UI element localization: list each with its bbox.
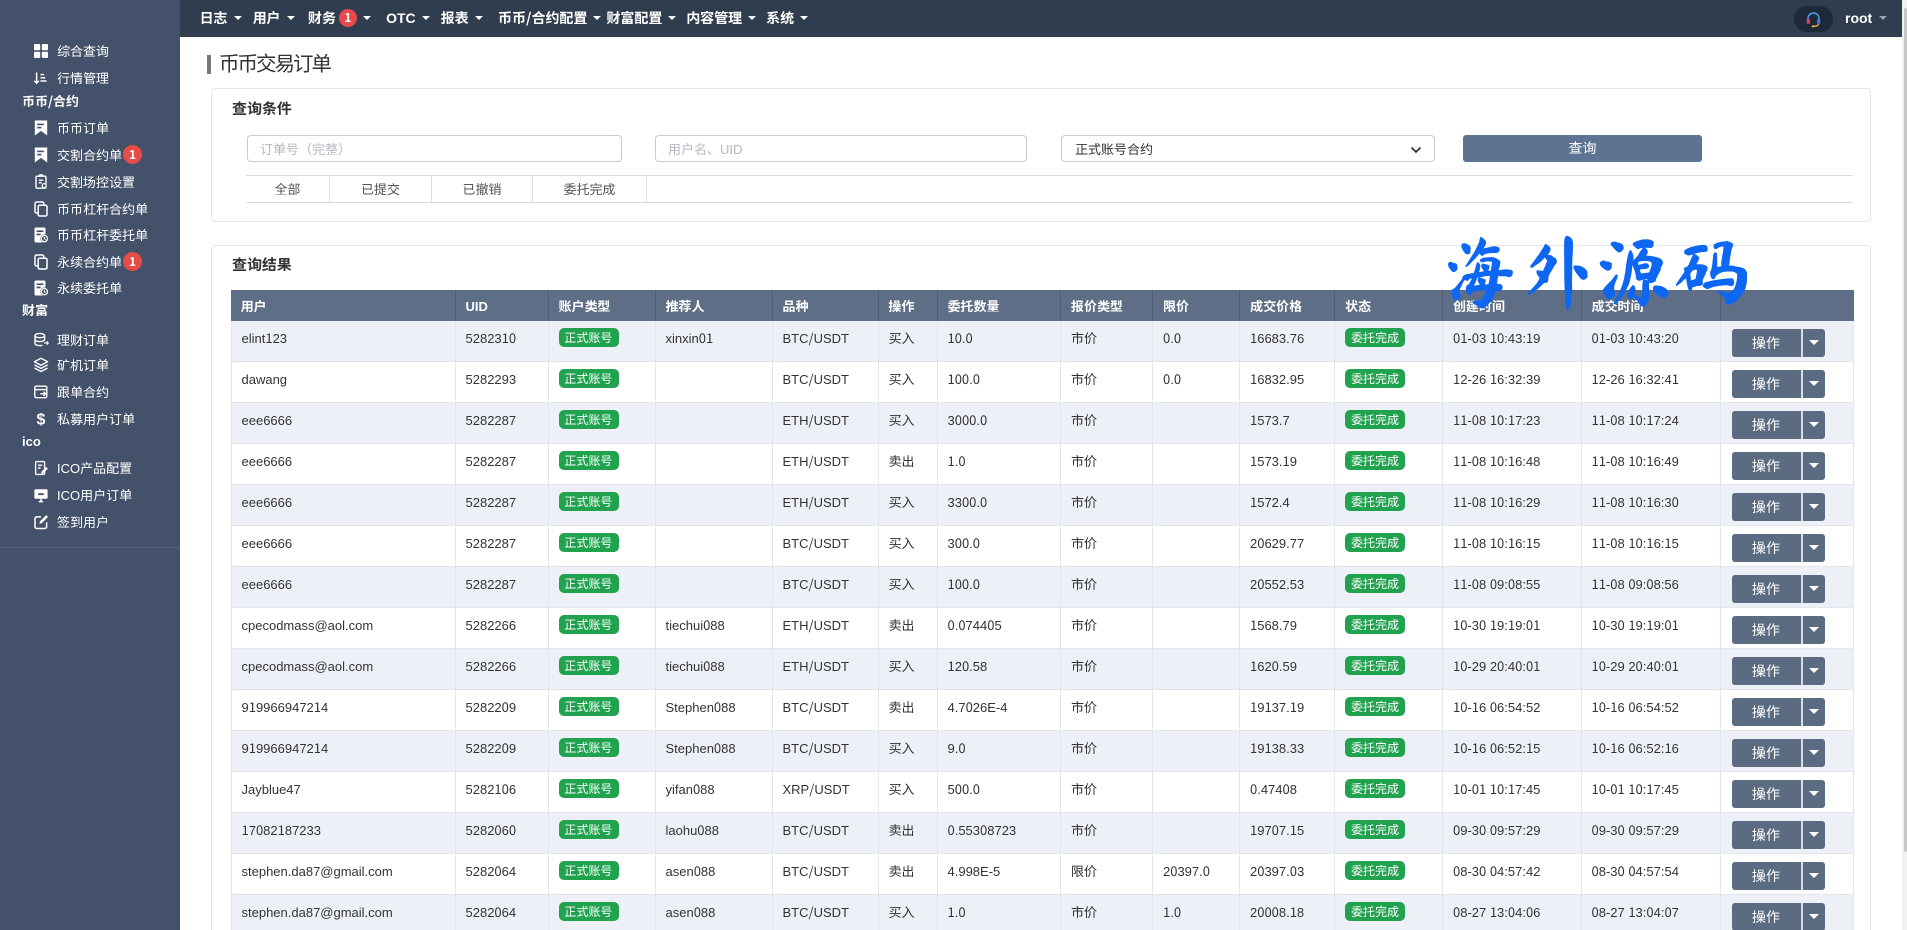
svg-text:$: $	[37, 411, 46, 427]
